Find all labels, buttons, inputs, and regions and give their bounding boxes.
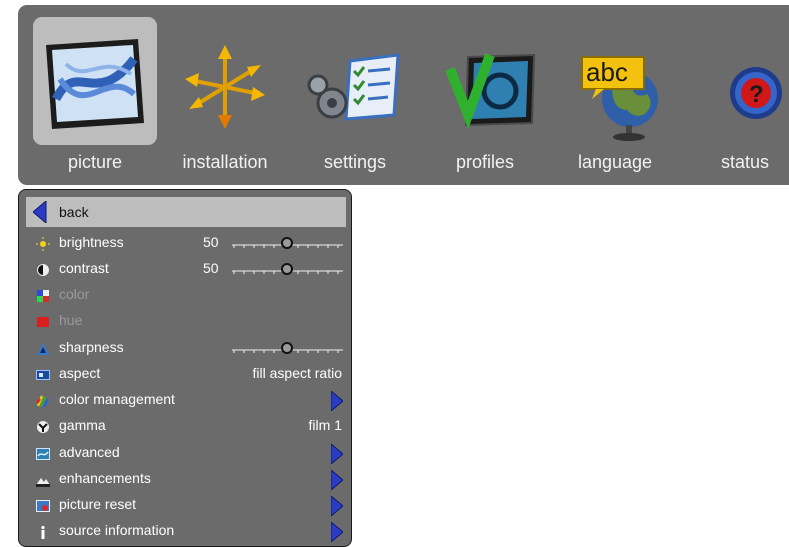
- svg-text:?: ?: [749, 81, 764, 108]
- tab-picture[interactable]: picture: [18, 5, 157, 185]
- menu-item-advanced[interactable]: advanced: [19, 441, 351, 467]
- color-icon: [37, 290, 49, 302]
- menu-item-label: color: [59, 286, 90, 302]
- tab-profiles[interactable]: profiles: [408, 5, 538, 185]
- menu-item-label: picture reset: [59, 496, 137, 512]
- submenu-arrow-icon: [331, 391, 343, 411]
- menu-item-label: sharpness: [59, 339, 124, 355]
- slider-knob: [281, 263, 293, 275]
- menu-item-enhancements[interactable]: enhancements: [19, 467, 351, 493]
- brightness-slider[interactable]: [232, 236, 343, 252]
- language-icon: abc: [581, 56, 658, 141]
- menu-item-label: source information: [59, 522, 175, 538]
- info-icon: [41, 525, 45, 539]
- settings-icon: [307, 53, 400, 121]
- menu-item-label: contrast: [59, 260, 109, 276]
- contrast-icon: [37, 264, 49, 276]
- enhancements-icon: [36, 478, 50, 487]
- submenu-arrow-icon: [331, 522, 343, 542]
- menu-item-contrast[interactable]: contrast 50: [19, 257, 351, 283]
- menu-item-value: fill aspect ratio: [252, 365, 342, 381]
- menu-item-picture-reset[interactable]: picture reset: [19, 493, 351, 519]
- picture-menu-panel: back brightness 50 contrast 50 color hue…: [18, 189, 352, 547]
- menu-item-source-information[interactable]: source information: [19, 519, 351, 545]
- menu-item-gamma[interactable]: gamma film 1: [19, 414, 351, 440]
- submenu-arrow-icon: [331, 496, 343, 516]
- menu-item-label: aspect: [59, 365, 101, 381]
- contrast-slider[interactable]: [232, 262, 343, 278]
- submenu-arrow-icon: [331, 470, 343, 490]
- aspect-icon: [36, 370, 50, 380]
- profiles-icon: [445, 53, 536, 130]
- menu-item-label: color management: [59, 391, 175, 407]
- menu-item-brightness[interactable]: brightness 50: [19, 231, 351, 257]
- sharpness-icon: [37, 343, 49, 355]
- tab-language[interactable]: abc language: [538, 5, 668, 185]
- color-management-icon: [36, 395, 50, 408]
- menu-item-aspect[interactable]: aspect fill aspect ratio: [19, 362, 351, 388]
- slider-knob: [281, 237, 293, 249]
- menu-item-value: film 1: [308, 417, 342, 433]
- gamma-icon: [37, 421, 49, 433]
- svg-text:abc: abc: [586, 57, 628, 87]
- sun-icon: [36, 237, 50, 251]
- menu-item-sharpness[interactable]: sharpness: [19, 336, 351, 362]
- installation-icon: [185, 45, 265, 129]
- tab-installation[interactable]: installation: [148, 5, 278, 185]
- tab-status[interactable]: ? status: [668, 5, 789, 185]
- menu-item-label: advanced: [59, 444, 120, 460]
- menu-item-value: 50: [203, 234, 219, 250]
- menu-item-color-management[interactable]: color management: [19, 388, 351, 414]
- picture-icon: [46, 39, 144, 129]
- menu-item-label: gamma: [59, 417, 106, 433]
- top-menu-bar: picture installation settings profiles a…: [18, 5, 789, 185]
- status-icon: ?: [730, 67, 782, 119]
- back-arrow-icon: [33, 201, 47, 223]
- tab-settings[interactable]: settings: [278, 5, 408, 185]
- hue-icon: [37, 317, 49, 327]
- menu-item-label: enhancements: [59, 470, 151, 486]
- menu-item-label: hue: [59, 312, 83, 328]
- submenu-arrow-icon: [331, 444, 343, 464]
- menu-item-back[interactable]: back: [19, 197, 351, 227]
- picture-reset-icon: [36, 500, 50, 512]
- menu-item-hue: hue: [19, 309, 351, 335]
- menu-item-value: 50: [203, 260, 219, 276]
- menu-item-label: back: [59, 204, 89, 220]
- slider-knob: [281, 342, 293, 354]
- tab-label: status: [720, 152, 770, 172]
- advanced-icon: [36, 448, 50, 460]
- menu-item-label: brightness: [59, 234, 124, 250]
- menu-item-color: color: [19, 283, 351, 309]
- sharpness-slider[interactable]: [232, 341, 343, 357]
